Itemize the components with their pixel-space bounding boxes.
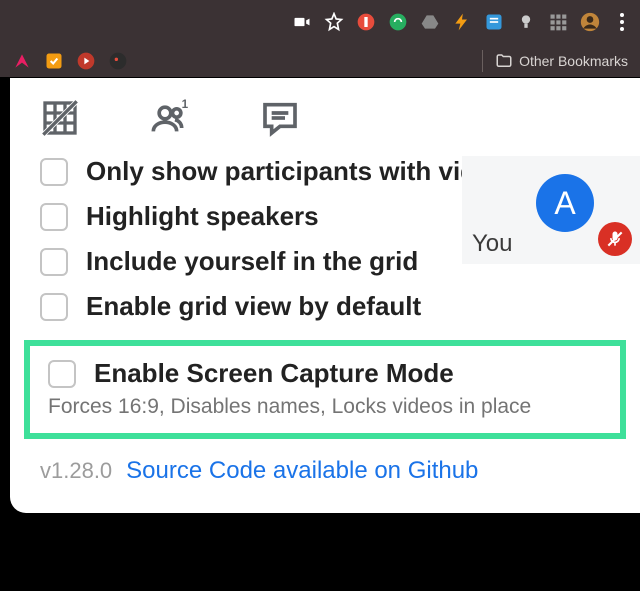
self-video-tile[interactable]: A You <box>462 156 640 264</box>
tab-chat-icon[interactable] <box>260 98 300 138</box>
profile-avatar-icon[interactable] <box>580 12 600 32</box>
option-enable-grid-default[interactable]: Enable grid view by default <box>40 291 610 322</box>
bookmark-icon-dark[interactable] <box>108 51 128 71</box>
page-viewport: 1 Only show participants with video High… <box>0 78 640 591</box>
mic-muted-icon[interactable] <box>598 222 632 256</box>
extension-popup-panel: 1 Only show participants with video High… <box>10 78 640 513</box>
bookmarks-separator <box>482 50 483 72</box>
bookmark-icon-pink[interactable] <box>12 51 32 71</box>
checkbox[interactable] <box>40 203 68 231</box>
checkbox[interactable] <box>40 293 68 321</box>
extension-icon-blue[interactable] <box>484 12 504 32</box>
tab-grid-off-icon[interactable] <box>40 98 80 138</box>
browser-menu-icon[interactable] <box>612 12 632 32</box>
svg-text:1: 1 <box>182 98 189 111</box>
self-tile-label: You <box>472 230 513 258</box>
bookmarks-bar: Other Bookmarks <box>0 44 640 78</box>
extension-icon-bolt[interactable] <box>452 12 472 32</box>
extension-icon-drive[interactable] <box>420 12 440 32</box>
option-label: Only show participants with video <box>86 156 506 187</box>
version-label: v1.28.0 <box>40 458 112 484</box>
highlighted-option-box: Enable Screen Capture Mode Forces 16:9, … <box>24 340 626 439</box>
option-label: Highlight speakers <box>86 201 319 232</box>
extension-icon-green[interactable] <box>388 12 408 32</box>
option-label: Enable grid view by default <box>86 291 421 322</box>
browser-toolbar <box>0 0 640 44</box>
avatar: A <box>536 174 594 232</box>
bookmark-icon-play[interactable] <box>76 51 96 71</box>
option-label: Include yourself in the grid <box>86 246 418 277</box>
extension-icon-bulb[interactable] <box>516 12 536 32</box>
star-bookmark-icon[interactable] <box>324 12 344 32</box>
extension-icon-red[interactable] <box>356 12 376 32</box>
tab-participants-icon[interactable]: 1 <box>150 98 190 138</box>
source-code-link[interactable]: Source Code available on Github <box>126 457 478 485</box>
popup-tabs-row: 1 <box>10 78 640 156</box>
other-bookmarks-button[interactable]: Other Bookmarks <box>495 52 628 70</box>
camera-icon[interactable] <box>292 12 312 32</box>
popup-footer: v1.28.0 Source Code available on Github <box>10 439 640 485</box>
checkbox[interactable] <box>40 158 68 186</box>
bookmark-icon-orange[interactable] <box>44 51 64 71</box>
avatar-letter: A <box>554 185 575 222</box>
folder-icon <box>495 52 513 70</box>
checkbox[interactable] <box>48 360 76 388</box>
option-hint-text: Forces 16:9, Disables names, Locks video… <box>48 395 602 419</box>
checkbox[interactable] <box>40 248 68 276</box>
other-bookmarks-label: Other Bookmarks <box>519 53 628 69</box>
option-label: Enable Screen Capture Mode <box>94 358 454 389</box>
extensions-grid-icon[interactable] <box>548 12 568 32</box>
option-screen-capture-mode[interactable]: Enable Screen Capture Mode <box>48 358 602 389</box>
